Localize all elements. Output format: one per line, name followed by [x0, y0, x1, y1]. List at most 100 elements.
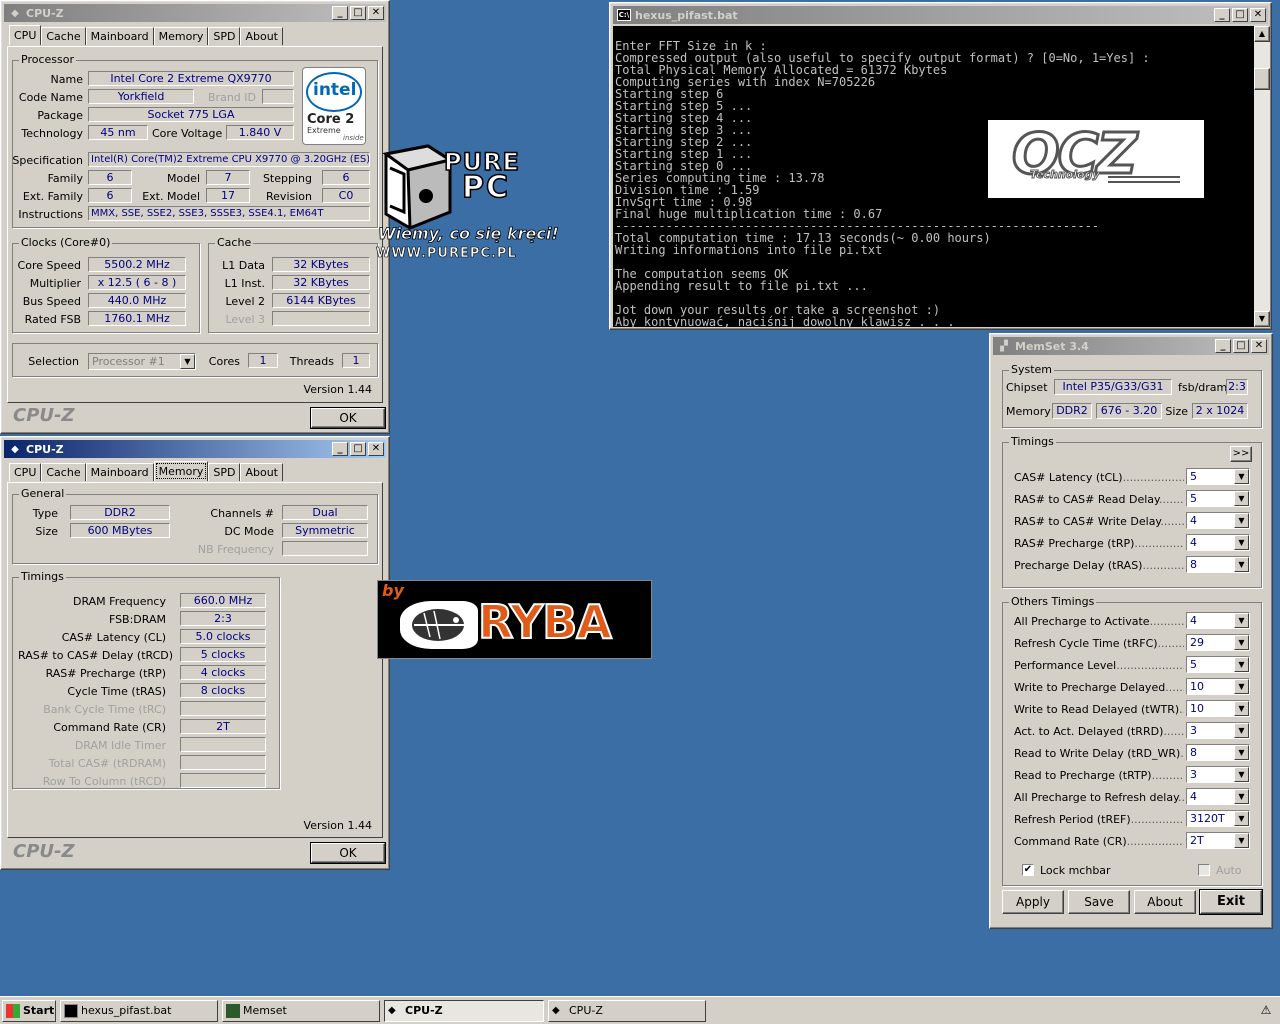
chevron-down-icon[interactable]: ▼ — [1234, 789, 1249, 804]
tab-about[interactable]: About — [240, 27, 283, 45]
timing-value: 5.0 clocks — [180, 629, 266, 644]
memset-timing-select[interactable]: 8 ▼ — [1186, 744, 1250, 761]
tab-memory[interactable]: Memory — [153, 461, 209, 481]
memset-timing-select[interactable]: 4 ▼ — [1186, 534, 1250, 551]
tab-mainboard[interactable]: Mainboard — [85, 27, 154, 45]
scroll-up-button[interactable]: ▲ — [1254, 26, 1270, 42]
maximize-button[interactable]: □ — [350, 6, 366, 20]
auto-checkbox[interactable] — [1198, 864, 1210, 876]
level2-label: Level 2 — [225, 295, 265, 308]
tab-cpu[interactable]: CPU — [9, 25, 42, 45]
taskbar-item-hexus[interactable]: hexus_pifast.bat — [60, 1000, 218, 1022]
timing-label: Total CAS# (tRDRAM) — [48, 757, 166, 770]
chevron-down-icon[interactable]: ▼ — [1234, 635, 1249, 650]
console-titlebar[interactable]: C:\ hexus_pifast.bat _ □ ✕ — [613, 6, 1268, 24]
memset-timing-select[interactable]: 5 ▼ — [1186, 490, 1250, 507]
tab-cache[interactable]: Cache — [41, 27, 86, 45]
close-button[interactable]: ✕ — [368, 442, 384, 456]
memset-timing-select[interactable]: 10 ▼ — [1186, 700, 1250, 717]
extfamily-label: Ext. Family — [22, 190, 83, 203]
taskbar-item-memset[interactable]: Memset — [222, 1000, 380, 1022]
fsbdram-label: fsb/dram — [1178, 381, 1228, 394]
minimize-button[interactable]: _ — [1214, 8, 1230, 22]
apply-button[interactable]: Apply — [1002, 890, 1064, 914]
tray-icon[interactable]: ⚠ — [1258, 1003, 1274, 1019]
threads-label: Threads — [289, 355, 334, 368]
maximize-button[interactable]: □ — [350, 442, 366, 456]
chevron-down-icon[interactable]: ▼ — [1234, 535, 1249, 550]
cpuz-cpu-titlebar[interactable]: ◆ CPU-Z _ □ ✕ — [4, 4, 386, 22]
taskbar-item-cpuz-2[interactable]: ◆ CPU-Z — [548, 1000, 706, 1022]
chevron-down-icon[interactable]: ▼ — [1234, 811, 1249, 826]
processor-select[interactable]: Processor #1 ▼ — [88, 353, 196, 370]
tab-mainboard[interactable]: Mainboard — [85, 463, 154, 481]
memset-titlebar[interactable]: ▞ MemSet 3.4 _ □ ✕ — [993, 337, 1269, 355]
extfamily-value: 6 — [88, 188, 132, 203]
minimize-button[interactable]: _ — [1215, 339, 1231, 353]
purepc-logo: PURE PC Wiemy, co się kręci! WWW.PUREPC.… — [372, 140, 559, 266]
tab-about[interactable]: About — [240, 463, 283, 481]
chevron-down-icon[interactable]: ▼ — [1234, 513, 1249, 528]
timing-value: 5 clocks — [180, 647, 266, 662]
chevron-down-icon[interactable]: ▼ — [180, 354, 195, 369]
corevoltage-label: Core Voltage — [152, 127, 223, 140]
chevron-down-icon[interactable]: ▼ — [1234, 557, 1249, 572]
cpuz-cpu-window: ◆ CPU-Z _ □ ✕ CPU Cache Mainboard Memory… — [0, 0, 390, 434]
instructions-value: MMX, SSE, SSE2, SSE3, SSSE3, SSE4.1, EM6… — [88, 206, 370, 221]
minimize-button[interactable]: _ — [332, 6, 348, 20]
chevron-down-icon[interactable]: ▼ — [1234, 491, 1249, 506]
memset-timing-select[interactable]: 4 ▼ — [1186, 612, 1250, 629]
close-button[interactable]: ✕ — [368, 6, 384, 20]
memset-timing-select[interactable]: 3120T ▼ — [1186, 810, 1250, 827]
chevron-down-icon[interactable]: ▼ — [1234, 657, 1249, 672]
memset-timing-select[interactable]: 29 ▼ — [1186, 634, 1250, 651]
chevron-down-icon[interactable]: ▼ — [1234, 469, 1249, 484]
chevron-down-icon[interactable]: ▼ — [1234, 745, 1249, 760]
ok-button[interactable]: OK — [310, 407, 386, 429]
cpuz-app-icon: ◆ — [11, 443, 19, 455]
chevron-down-icon[interactable]: ▼ — [1234, 833, 1249, 848]
chevron-down-icon[interactable]: ▼ — [1234, 767, 1249, 782]
tab-spd[interactable]: SPD — [208, 27, 241, 45]
chevron-down-icon[interactable]: ▼ — [1234, 723, 1249, 738]
close-button[interactable]: ✕ — [1251, 339, 1267, 353]
memset-timing-select[interactable]: 5 ▼ — [1186, 468, 1250, 485]
memset-timing-select[interactable]: 4 ▼ — [1186, 512, 1250, 529]
maximize-button[interactable]: □ — [1233, 339, 1249, 353]
memset-timing-label: CAS# Latency (tCL)......................… — [1014, 471, 1184, 484]
cpuz-memory-titlebar[interactable]: ◆ CPU-Z _ □ ✕ — [4, 440, 386, 458]
memset-timing-select[interactable]: 3 ▼ — [1186, 766, 1250, 783]
taskbar-item-cpuz-1[interactable]: ◆ CPU-Z — [384, 1000, 544, 1022]
start-button[interactable]: Start — [2, 1000, 56, 1022]
scroll-down-button[interactable]: ▼ — [1254, 311, 1270, 327]
version-label: Version 1.44 — [303, 819, 372, 832]
scroll-thumb[interactable] — [1254, 68, 1270, 90]
size-value: 600 MBytes — [70, 523, 170, 538]
about-button[interactable]: About — [1134, 890, 1196, 914]
memset-timing-select[interactable]: 5 ▼ — [1186, 656, 1250, 673]
tab-cache[interactable]: Cache — [41, 463, 86, 481]
save-button[interactable]: Save — [1068, 890, 1130, 914]
tab-memory[interactable]: Memory — [153, 27, 209, 45]
threads-value: 1 — [342, 353, 370, 368]
memset-timing-select[interactable]: 8 ▼ — [1186, 556, 1250, 573]
chevron-down-icon[interactable]: ▼ — [1234, 679, 1249, 694]
memset-timing-select[interactable]: 2T ▼ — [1186, 832, 1250, 849]
memset-timing-select[interactable]: 4 ▼ — [1186, 788, 1250, 805]
memset-timing-label: RAS# to CAS# Write Delay................… — [1014, 515, 1184, 528]
vertical-scrollbar[interactable]: ▲ ▼ — [1254, 26, 1270, 327]
lock-mchbar-checkbox[interactable]: ✔ — [1022, 864, 1034, 876]
chevron-down-icon[interactable]: ▼ — [1234, 613, 1249, 628]
close-button[interactable]: ✕ — [1250, 8, 1266, 22]
ok-button[interactable]: OK — [310, 842, 386, 864]
exit-button[interactable]: Exit — [1199, 889, 1263, 915]
taskbar: Start hexus_pifast.bat Memset ◆ CPU-Z ◆ … — [0, 996, 1280, 1024]
memset-timing-select[interactable]: 10 ▼ — [1186, 678, 1250, 695]
expand-button[interactable]: >> — [1230, 446, 1252, 462]
chevron-down-icon[interactable]: ▼ — [1234, 701, 1249, 716]
tab-spd[interactable]: SPD — [208, 463, 241, 481]
tab-cpu[interactable]: CPU — [9, 463, 42, 481]
maximize-button[interactable]: □ — [1232, 8, 1248, 22]
minimize-button[interactable]: _ — [332, 442, 348, 456]
memset-timing-select[interactable]: 3 ▼ — [1186, 722, 1250, 739]
